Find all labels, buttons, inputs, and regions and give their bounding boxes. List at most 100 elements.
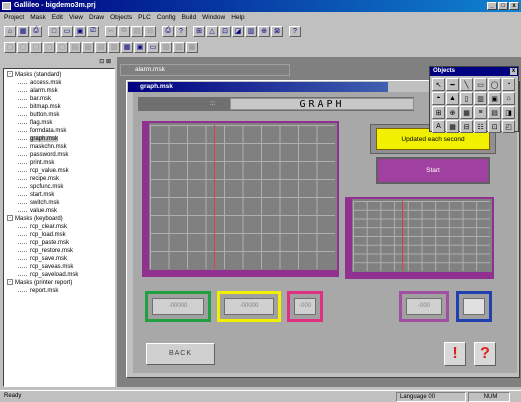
- align-left-icon[interactable]: ▢: [4, 41, 16, 53]
- text-tool-icon[interactable]: A: [432, 120, 445, 133]
- tree-item[interactable]: rcp_value.msk: [6, 167, 112, 175]
- tree-item[interactable]: formdata.msk: [6, 127, 112, 135]
- diagonal-line-tool-icon[interactable]: ╲: [460, 78, 473, 91]
- tree-item[interactable]: rcp_saveload.msk: [6, 271, 112, 279]
- panel-controls[interactable]: ⊡ ⊠: [3, 57, 115, 67]
- value-field-green[interactable]: -00000: [145, 291, 211, 322]
- menu-view[interactable]: View: [69, 13, 83, 23]
- same-width-icon[interactable]: ▤: [95, 41, 107, 53]
- table-tool-icon[interactable]: ⊞: [432, 106, 445, 119]
- alarm-list-tool-icon[interactable]: ☷: [474, 120, 487, 133]
- menu-plc[interactable]: PLC: [138, 13, 151, 23]
- new-project-icon[interactable]: ⌂: [4, 25, 16, 37]
- tree-item[interactable]: rcp_save.msk: [6, 255, 112, 263]
- delete-icon[interactable]: ⊟: [144, 25, 156, 37]
- tree-item[interactable]: rcp_restore.msk: [6, 247, 112, 255]
- collapse-icon[interactable]: -: [7, 71, 13, 78]
- objects-palette-title[interactable]: Objects x: [430, 67, 518, 76]
- save-icon[interactable]: ▣: [74, 25, 86, 37]
- start-button[interactable]: Start: [376, 157, 490, 184]
- align-top-icon[interactable]: ▢: [30, 41, 42, 53]
- menu-mask[interactable]: Mask: [30, 13, 46, 23]
- tree-item[interactable]: value.msk: [6, 207, 112, 215]
- compile-icon[interactable]: ⊞: [193, 25, 205, 37]
- download-icon[interactable]: ▥: [245, 25, 257, 37]
- button-tool-icon[interactable]: ⌂: [502, 92, 515, 105]
- image-tool-icon[interactable]: ◰: [502, 120, 515, 133]
- secondary-graph-object[interactable]: [345, 197, 494, 279]
- tree-item[interactable]: rcp_paste.msk: [6, 239, 112, 247]
- bar-graph-tool-icon[interactable]: ▥: [474, 92, 487, 105]
- new-file-icon[interactable]: □: [48, 25, 60, 37]
- snap-icon[interactable]: ▣: [134, 41, 146, 53]
- center-icon[interactable]: ▢: [56, 41, 68, 53]
- front-icon[interactable]: ▨: [160, 41, 172, 53]
- space-h-icon[interactable]: ▤: [69, 41, 81, 53]
- close-button[interactable]: x: [509, 2, 519, 10]
- tree-item[interactable]: report.msk: [6, 287, 112, 295]
- rectangle-tool-icon[interactable]: ▭: [474, 78, 487, 91]
- collapse-icon[interactable]: -: [7, 279, 13, 286]
- ellipse-tool-icon[interactable]: ◯: [488, 78, 501, 91]
- value-field-blue[interactable]: [456, 291, 492, 322]
- knob-tool-icon[interactable]: ⊕: [446, 106, 459, 119]
- list-tool-icon[interactable]: ≡: [474, 106, 487, 119]
- background-window-alarm[interactable]: alarm.msk: [120, 64, 290, 76]
- cut-icon[interactable]: ✂: [105, 25, 117, 37]
- value-field-yellow[interactable]: -00000: [217, 291, 281, 322]
- space-v-icon[interactable]: ▥: [82, 41, 94, 53]
- tree-item[interactable]: rcp_load.msk: [6, 231, 112, 239]
- align-bottom-icon[interactable]: ▢: [43, 41, 55, 53]
- tree-item[interactable]: spcfunc.msk: [6, 183, 112, 191]
- frame-tool-icon[interactable]: ⊡: [488, 120, 501, 133]
- tree-folder[interactable]: - Masks (standard): [6, 71, 112, 79]
- tree-item[interactable]: recipe.msk: [6, 175, 112, 183]
- config-icon[interactable]: ⊠: [271, 25, 283, 37]
- menu-build[interactable]: Build: [182, 13, 196, 23]
- meter-tool-icon[interactable]: ◨: [502, 106, 515, 119]
- help-button[interactable]: ?: [474, 342, 496, 366]
- open-project-icon[interactable]: ▦: [17, 25, 29, 37]
- text-box-tool-icon[interactable]: ▤: [488, 106, 501, 119]
- menu-objects[interactable]: Objects: [110, 13, 132, 23]
- pointer-tool-icon[interactable]: ↖: [432, 78, 445, 91]
- warning-icon[interactable]: △: [206, 25, 218, 37]
- cylinder-tool-icon[interactable]: ▯: [460, 92, 473, 105]
- alarm-button[interactable]: !: [444, 342, 466, 366]
- pie-tool-icon[interactable]: ◓: [432, 92, 445, 105]
- line-tool-icon[interactable]: ━: [446, 78, 459, 91]
- objects-close-icon[interactable]: x: [510, 68, 517, 75]
- tree-item[interactable]: alarm.msk: [6, 87, 112, 95]
- menu-help[interactable]: Help: [231, 13, 244, 23]
- tree-item[interactable]: graph.msk: [6, 135, 112, 143]
- trend-tool-icon[interactable]: ▦: [460, 106, 473, 119]
- save-all-icon[interactable]: ⎚: [87, 25, 99, 37]
- build-icon[interactable]: ⊡: [219, 25, 231, 37]
- menu-config[interactable]: Config: [157, 13, 176, 23]
- copy-icon[interactable]: ⧉: [118, 25, 130, 37]
- tree-item[interactable]: bitmap.msk: [6, 103, 112, 111]
- graph-title-label[interactable]: GRAPH: [230, 98, 414, 110]
- value-field-purple[interactable]: -000: [399, 291, 449, 322]
- align-right-icon[interactable]: ▢: [17, 41, 29, 53]
- tree-folder[interactable]: - Masks (printer report): [6, 279, 112, 287]
- help-icon[interactable]: ?: [175, 25, 187, 37]
- grid-icon[interactable]: ▦: [121, 41, 133, 53]
- menu-edit[interactable]: Edit: [52, 13, 63, 23]
- bitmap-tool-icon[interactable]: ▣: [488, 92, 501, 105]
- main-graph-object[interactable]: [142, 121, 339, 277]
- arc-tool-icon[interactable]: ◔: [502, 78, 515, 91]
- print-preview-icon[interactable]: ⎙: [162, 25, 174, 37]
- tree-item[interactable]: rcp_saveas.msk: [6, 263, 112, 271]
- maximize-button[interactable]: □: [498, 2, 508, 10]
- triangle-tool-icon[interactable]: ▲: [446, 92, 459, 105]
- group-icon[interactable]: ▦: [186, 41, 198, 53]
- tree-item[interactable]: flag.msk: [6, 119, 112, 127]
- slider-tool-icon[interactable]: ⊟: [460, 120, 473, 133]
- back-button[interactable]: BACK: [146, 343, 215, 365]
- tree-item[interactable]: switch.msk: [6, 199, 112, 207]
- tree-item[interactable]: password.msk: [6, 151, 112, 159]
- paste-icon[interactable]: ▤: [131, 25, 143, 37]
- menu-window[interactable]: Window: [202, 13, 225, 23]
- tree-item[interactable]: bar.msk: [6, 95, 112, 103]
